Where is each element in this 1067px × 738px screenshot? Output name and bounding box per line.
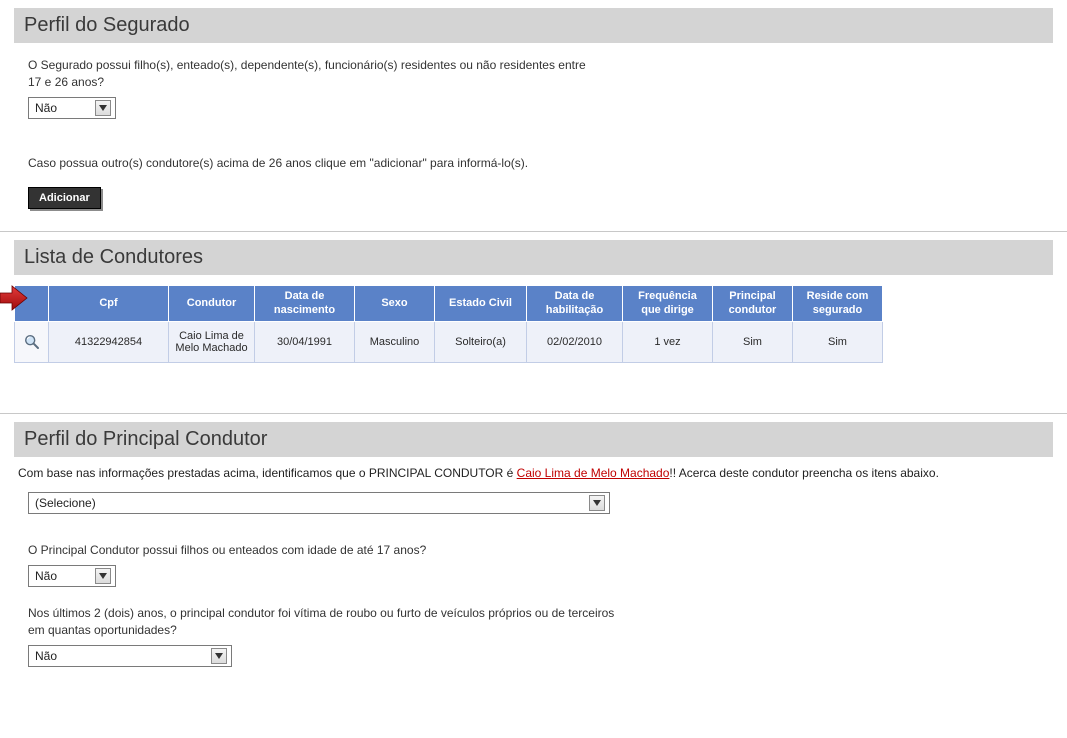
th-cpf: Cpf: [49, 286, 169, 321]
select-dependentes-value: Não: [35, 101, 57, 115]
section-divider: [0, 231, 1067, 232]
question-roubo-furto: Nos últimos 2 (dois) anos, o principal c…: [28, 605, 628, 639]
principal-condutor-intro: Com base nas informações prestadas acima…: [18, 465, 1049, 482]
intro-before: Com base nas informações prestadas acima…: [18, 466, 517, 480]
th-reside: Reside com segurado: [793, 286, 883, 321]
select-principal-generic-value: (Selecione): [35, 496, 96, 510]
intro-after: !! Acerca deste condutor preencha os ite…: [669, 466, 939, 480]
section-title-perfil-segurado: Perfil do Segurado: [14, 8, 1053, 43]
cell-nascimento: 30/04/1991: [255, 321, 355, 362]
question-filhos-17: O Principal Condutor possui filhos ou en…: [28, 542, 628, 559]
principal-condutor-link[interactable]: Caio Lima de Melo Machado: [517, 466, 670, 480]
cell-cpf: 41322942854: [49, 321, 169, 362]
cell-frequencia: 1 vez: [623, 321, 713, 362]
section-title-lista-condutores: Lista de Condutores: [14, 240, 1053, 275]
select-filhos-17[interactable]: Não: [28, 565, 116, 587]
drivers-table: Cpf Condutor Data de nascimento Sexo Est…: [14, 285, 883, 362]
th-frequencia: Frequência que dirige: [623, 286, 713, 321]
select-dependentes[interactable]: Não: [28, 97, 116, 119]
question-dependentes: O Segurado possui filho(s), enteado(s), …: [28, 57, 588, 91]
cell-estado-civil: Solteiro(a): [435, 321, 527, 362]
cell-sexo: Masculino: [355, 321, 435, 362]
section-title-principal-condutor: Perfil do Principal Condutor: [14, 422, 1053, 457]
th-nascimento: Data de nascimento: [255, 286, 355, 321]
th-habilitacao: Data de habilitação: [527, 286, 623, 321]
section-divider: [0, 413, 1067, 414]
cell-principal: Sim: [713, 321, 793, 362]
chevron-down-icon: [95, 100, 111, 116]
table-row[interactable]: 41322942854 Caio Lima de Melo Machado 30…: [15, 321, 883, 362]
adicionar-button[interactable]: Adicionar: [28, 187, 101, 209]
table-header-row: Cpf Condutor Data de nascimento Sexo Est…: [15, 286, 883, 321]
pointer-arrow-icon: [0, 284, 28, 312]
chevron-down-icon: [95, 568, 111, 584]
cell-habilitacao: 02/02/2010: [527, 321, 623, 362]
chevron-down-icon: [211, 648, 227, 664]
cell-condutor: Caio Lima de Melo Machado: [169, 321, 255, 362]
note-condutores-acima-26: Caso possua outro(s) condutore(s) acima …: [28, 155, 1039, 172]
th-sexo: Sexo: [355, 286, 435, 321]
cell-reside: Sim: [793, 321, 883, 362]
th-condutor: Condutor: [169, 286, 255, 321]
select-roubo-furto-value: Não: [35, 649, 57, 663]
th-principal: Principal condutor: [713, 286, 793, 321]
select-principal-generic[interactable]: (Selecione): [28, 492, 610, 514]
magnifier-icon[interactable]: [24, 334, 40, 350]
select-filhos-17-value: Não: [35, 569, 57, 583]
chevron-down-icon: [589, 495, 605, 511]
select-roubo-furto[interactable]: Não: [28, 645, 232, 667]
th-estado-civil: Estado Civil: [435, 286, 527, 321]
